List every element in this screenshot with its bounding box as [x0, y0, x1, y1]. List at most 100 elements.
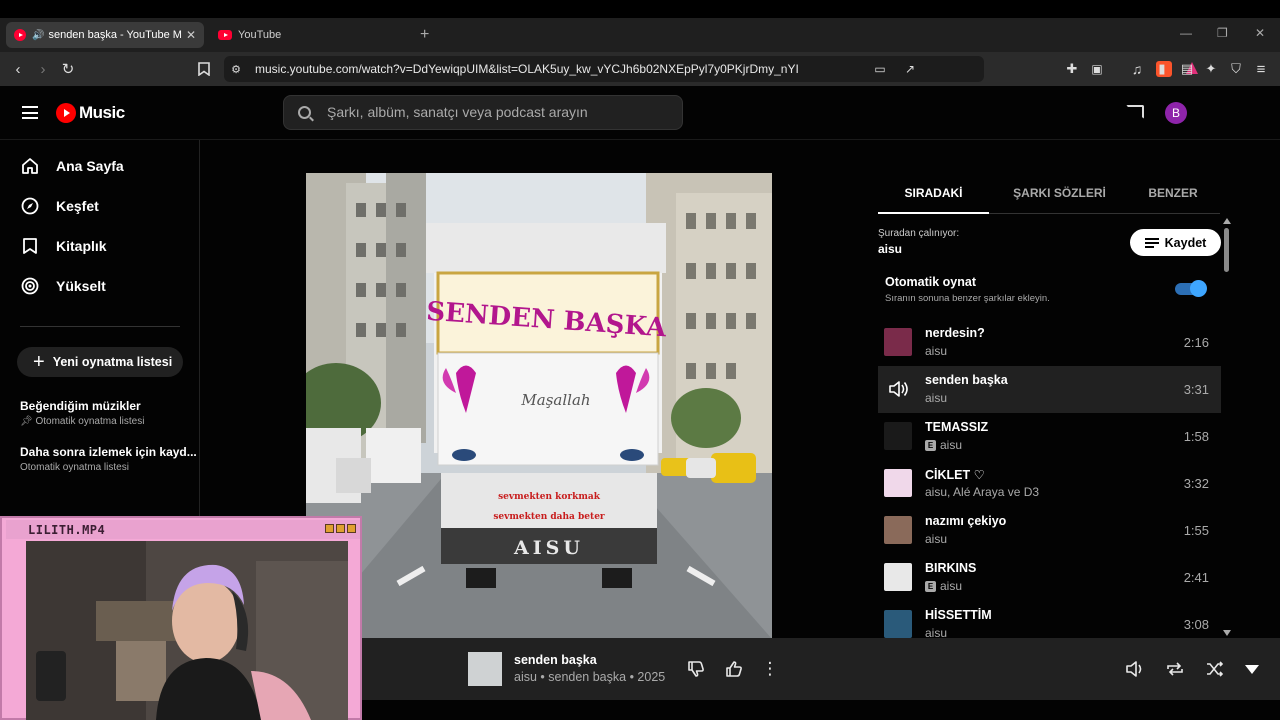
minimize-icon[interactable]: —: [1180, 26, 1192, 40]
webcam-maximize-icon: [336, 524, 345, 533]
scroll-up-icon[interactable]: [1223, 218, 1231, 224]
restore-icon[interactable]: ❐: [1217, 26, 1228, 40]
queue-item[interactable]: nazımı çekiyo aisu 1:55: [878, 507, 1221, 554]
album-artwork: SENDEN BAŞKA Maşallah sevmekten korkmak …: [306, 173, 772, 639]
hamburger-menu-icon[interactable]: [22, 106, 38, 119]
youtube-favicon-icon: [218, 30, 232, 40]
wallet-icon[interactable]: ▤: [1177, 59, 1197, 79]
track-title: senden başka: [925, 373, 1008, 387]
playlist-liked-music[interactable]: Beğendiğim müzikler 📌︎ Otomatik oynatma …: [20, 399, 144, 427]
track-title: TEMASSIZ: [925, 420, 989, 434]
youtube-music-favicon-icon: [14, 29, 26, 41]
track-artist: aisu: [925, 532, 948, 546]
site-settings-icon[interactable]: ⚙: [226, 59, 246, 79]
webcam-title-bar: LILITH.MP4: [6, 520, 360, 539]
address-bar[interactable]: ⚙ music.youtube.com/watch?v=DdYewiqpUIM&…: [224, 56, 1198, 82]
playing-from-label: Şuradan çalınıyor:: [878, 228, 960, 239]
tab-up-next[interactable]: SIRADAKİ: [878, 186, 989, 200]
scrollbar-thumb[interactable]: [1224, 228, 1229, 272]
playlist-watch-later[interactable]: Daha sonra izlemek için kayd... Otomatik…: [20, 445, 197, 473]
sidebar-item-explore[interactable]: Keşfet: [20, 194, 99, 218]
browser-tab-ytmusic[interactable]: 🔊 senden başka - YouTube Music ✕: [6, 22, 204, 48]
active-tab-indicator: [878, 212, 989, 214]
vpn-icon[interactable]: ⛉: [1226, 59, 1246, 79]
close-tab-icon[interactable]: ✕: [186, 28, 196, 42]
track-duration: 1:55: [1183, 523, 1209, 538]
screenshot-icon[interactable]: ▣: [1087, 59, 1107, 79]
artwork-bumper-line2: sevmekten daha beter: [493, 512, 605, 522]
menu-icon[interactable]: ≡: [1251, 59, 1271, 79]
home-icon: [20, 156, 40, 176]
queue-item[interactable]: TEMASSIZ Eaisu 1:58: [878, 413, 1221, 460]
playlist-title: Daha sonra izlemek için kayd...: [20, 445, 197, 459]
now-playing-thumbnail[interactable]: [468, 652, 502, 686]
like-icon[interactable]: [723, 658, 745, 680]
plus-icon: +: [33, 350, 45, 373]
speaker-icon[interactable]: 🔊: [32, 30, 44, 41]
sidebar-item-home[interactable]: Ana Sayfa: [20, 154, 124, 178]
track-artist: aisu: [940, 438, 963, 452]
share-icon[interactable]: ↗: [900, 59, 920, 79]
leo-ai-icon[interactable]: ✦: [1201, 59, 1221, 79]
scroll-down-icon[interactable]: [1223, 630, 1231, 636]
playing-from-name[interactable]: aisu: [878, 242, 902, 256]
queue-item[interactable]: CİKLET ♡ aisu, Alé Araya ve D3 3:32: [878, 460, 1221, 507]
new-tab-button[interactable]: +: [420, 26, 429, 44]
youtube-music-logo[interactable]: Music: [56, 103, 125, 123]
save-button[interactable]: Kaydet: [1130, 229, 1221, 256]
media-control-icon[interactable]: ♫: [1127, 59, 1147, 79]
track-title: nerdesin?: [925, 326, 985, 340]
track-duration: 3:31: [1183, 382, 1209, 397]
sidebar-item-library[interactable]: Kitaplık: [20, 234, 107, 258]
logo-text: Music: [79, 103, 125, 122]
track-artist: aisu: [925, 344, 948, 358]
sidebar-item-upgrade[interactable]: Yükselt: [20, 274, 106, 298]
new-playlist-button[interactable]: + Yeni oynatma listesi: [17, 347, 183, 377]
repeat-icon[interactable]: [1164, 658, 1186, 680]
webcam-video: [26, 541, 348, 720]
volume-control-icon[interactable]: [1124, 658, 1146, 680]
sidebar-toggle-icon[interactable]: ▮: [1152, 59, 1172, 79]
queue-item-now-playing[interactable]: senden başka aisu 3:31: [878, 366, 1221, 413]
sidebar-item-label: Kitaplık: [56, 238, 107, 254]
track-artist: aisu: [940, 579, 963, 593]
install-app-icon[interactable]: ▭: [870, 59, 890, 79]
forward-icon[interactable]: ›: [33, 59, 53, 79]
more-options-icon[interactable]: ⋮: [759, 658, 781, 680]
cast-icon[interactable]: [1126, 105, 1144, 119]
autoplay-title: Otomatik oynat: [885, 275, 976, 289]
tab-lyrics[interactable]: ŞARKI SÖZLERİ: [1004, 186, 1115, 200]
queue-item[interactable]: HİSSETTİM aisu 3:08: [878, 601, 1221, 639]
panel-tabs: SIRADAKİ ŞARKI SÖZLERİ BENZER: [878, 180, 1220, 214]
back-icon[interactable]: ‹: [8, 59, 28, 79]
webcam-minimize-icon: [325, 524, 334, 533]
queue-item[interactable]: nerdesin? aisu 2:16: [878, 319, 1221, 366]
now-playing-subtitle[interactable]: aisu • senden başka • 2025: [514, 670, 665, 684]
search-input[interactable]: [327, 104, 667, 120]
sidebar-item-label: Ana Sayfa: [56, 158, 124, 174]
autoplay-subtitle: Sıranın sonuna benzer şarkılar ekleyin.: [885, 293, 1050, 304]
bookmark-icon[interactable]: [194, 59, 214, 79]
dislike-icon[interactable]: [685, 658, 707, 680]
track-duration: 1:58: [1183, 429, 1209, 444]
queue-item[interactable]: BIRKINS Eaisu 2:41: [878, 554, 1221, 601]
avatar[interactable]: B: [1165, 102, 1187, 124]
explicit-icon: E: [925, 580, 936, 592]
track-duration: 3:32: [1183, 476, 1209, 491]
close-window-icon[interactable]: ✕: [1255, 26, 1265, 40]
search-box[interactable]: [283, 95, 683, 130]
tab-related[interactable]: BENZER: [1126, 186, 1220, 200]
shuffle-icon[interactable]: [1204, 658, 1226, 680]
reload-icon[interactable]: ↻: [58, 59, 78, 79]
playlist-subtitle: Otomatik oynatma listesi: [20, 462, 129, 473]
expand-player-icon[interactable]: [1241, 658, 1263, 680]
track-title: CİKLET ♡: [925, 468, 985, 482]
now-playing-title[interactable]: senden başka: [514, 653, 597, 667]
extensions-icon[interactable]: ✚: [1062, 59, 1082, 79]
track-thumbnail: [884, 422, 912, 450]
browser-tab-youtube[interactable]: YouTube: [210, 22, 410, 48]
autoplay-toggle[interactable]: [1175, 280, 1207, 297]
track-title: HİSSETTİM: [925, 608, 992, 622]
track-artist: aisu, Alé Araya ve D3: [925, 485, 1040, 499]
webcam-image: [26, 541, 348, 720]
